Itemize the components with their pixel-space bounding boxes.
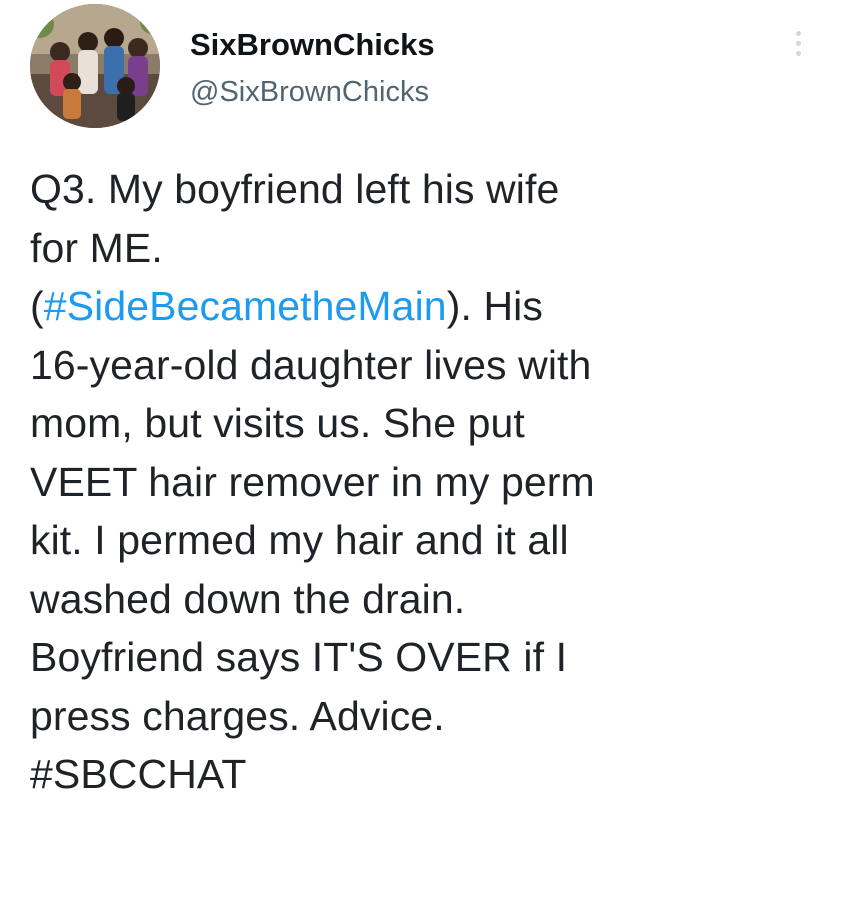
author-handle[interactable]: @SixBrownChicks	[190, 72, 435, 112]
tweet-line: VEET hair remover in my perm	[30, 458, 595, 505]
tweet-text: Q3. My boyfriend left his wife for ME. (…	[30, 160, 820, 804]
tweet-line: washed down the drain.	[30, 575, 466, 622]
tweet-line: mom, but visits us. She put	[30, 400, 525, 446]
tweet-header: SixBrownChicks @SixBrownChicks	[30, 2, 810, 132]
more-dot	[795, 51, 801, 56]
tweet-line: #SBCCHAT	[30, 745, 820, 804]
tweet-text-segment: (	[30, 283, 44, 329]
tweet-line: 16-year-old daughter lives with	[30, 341, 592, 388]
tweet-line: kit. I permed my hair and it all	[30, 517, 569, 563]
hashtag-link[interactable]: #SBCCHAT	[30, 751, 246, 797]
more-dot	[795, 41, 801, 46]
tweet-line: Q3. My boyfriend left his wife	[30, 166, 560, 212]
tweet-card: SixBrownChicks @SixBrownChicks Q3. My bo…	[0, 0, 843, 917]
tweet-text-segment: ). His	[446, 283, 543, 329]
author-display-name[interactable]: SixBrownChicks	[190, 26, 435, 64]
more-options-icon[interactable]	[786, 26, 810, 66]
avatar[interactable]	[30, 4, 160, 128]
tweet-line: Boyfriend says IT'S OVER if I	[30, 634, 568, 680]
tweet-line: press charges. Advice.	[30, 692, 445, 739]
hashtag-link[interactable]: #SideBecametheMain	[44, 283, 447, 329]
tweet-line: (#SideBecametheMain). His	[30, 277, 820, 336]
tweet-line: for ME.	[30, 224, 163, 271]
more-dot	[795, 31, 801, 36]
author-names: SixBrownChicks @SixBrownChicks	[190, 26, 435, 112]
group-photo-avatar-icon	[30, 4, 160, 128]
